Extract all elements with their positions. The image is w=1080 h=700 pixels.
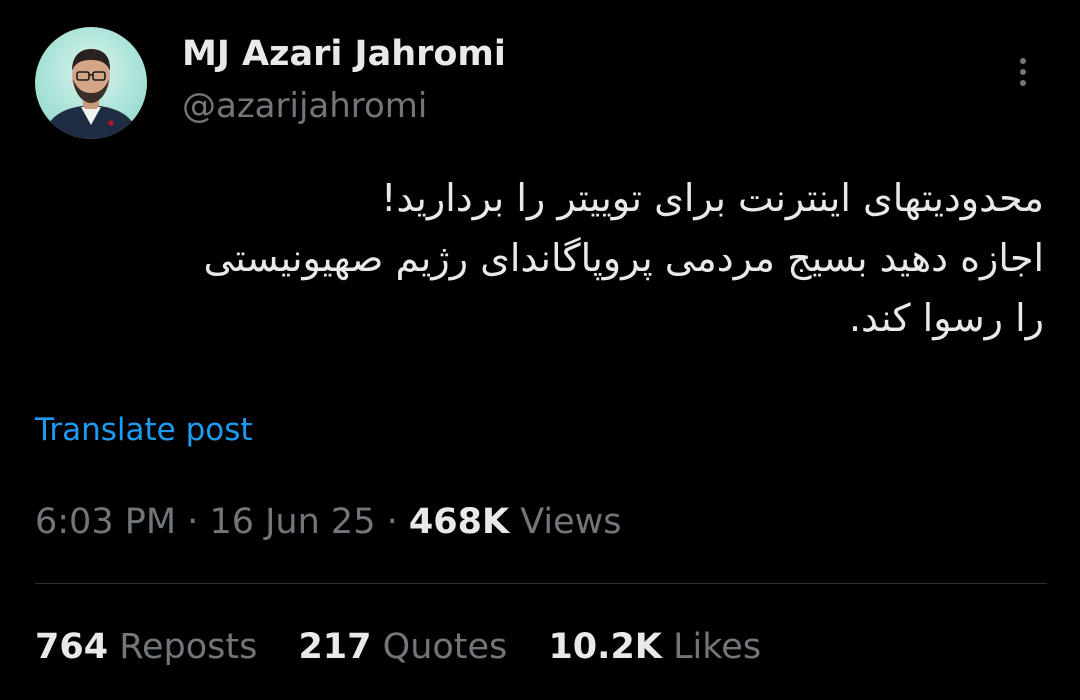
more-vertical-icon[interactable] xyxy=(1008,52,1038,92)
tweet-date[interactable]: 16 Jun 25 xyxy=(209,502,375,542)
reposts-stat[interactable]: 764 Reposts xyxy=(35,627,257,667)
views-label: Views xyxy=(520,502,622,542)
divider xyxy=(35,583,1047,584)
likes-count: 10.2K xyxy=(548,627,662,667)
meta-separator: · xyxy=(187,502,199,542)
quotes-label: Quotes xyxy=(382,627,508,667)
tweet-time[interactable]: 6:03 PM xyxy=(35,502,176,542)
author-display-name[interactable]: MJ Azari Jahromi xyxy=(182,34,506,74)
tweet-meta: 6:03 PM · 16 Jun 25 · 468K Views xyxy=(35,502,622,542)
more-dot xyxy=(1020,80,1026,86)
meta-separator: · xyxy=(386,502,398,542)
tweet-line: اجازه دهید بسیج مردمی پروپاگاندای رژیم ص… xyxy=(203,236,1044,280)
translate-post-link[interactable]: Translate post xyxy=(35,412,253,448)
views-count: 468K xyxy=(408,502,510,542)
tweet-text: محدودیتهای اینترنت برای توییتر را برداری… xyxy=(34,168,1044,348)
engagement-stats: 764 Reposts 217 Quotes 10.2K Likes xyxy=(35,627,791,667)
quotes-count: 217 xyxy=(298,627,372,667)
likes-label: Likes xyxy=(673,627,762,667)
tweet-line: محدودیتهای اینترنت برای توییتر را برداری… xyxy=(381,176,1044,220)
avatar[interactable] xyxy=(35,27,147,139)
reposts-label: Reposts xyxy=(119,627,258,667)
more-dot xyxy=(1020,58,1026,64)
reposts-count: 764 xyxy=(35,627,109,667)
likes-stat[interactable]: 10.2K Likes xyxy=(548,627,761,667)
profile-photo xyxy=(43,49,139,139)
tweet-line: را رسوا کند. xyxy=(848,296,1044,340)
quotes-stat[interactable]: 217 Quotes xyxy=(298,627,507,667)
author-handle[interactable]: @azarijahromi xyxy=(182,86,427,126)
more-dot xyxy=(1020,69,1026,75)
